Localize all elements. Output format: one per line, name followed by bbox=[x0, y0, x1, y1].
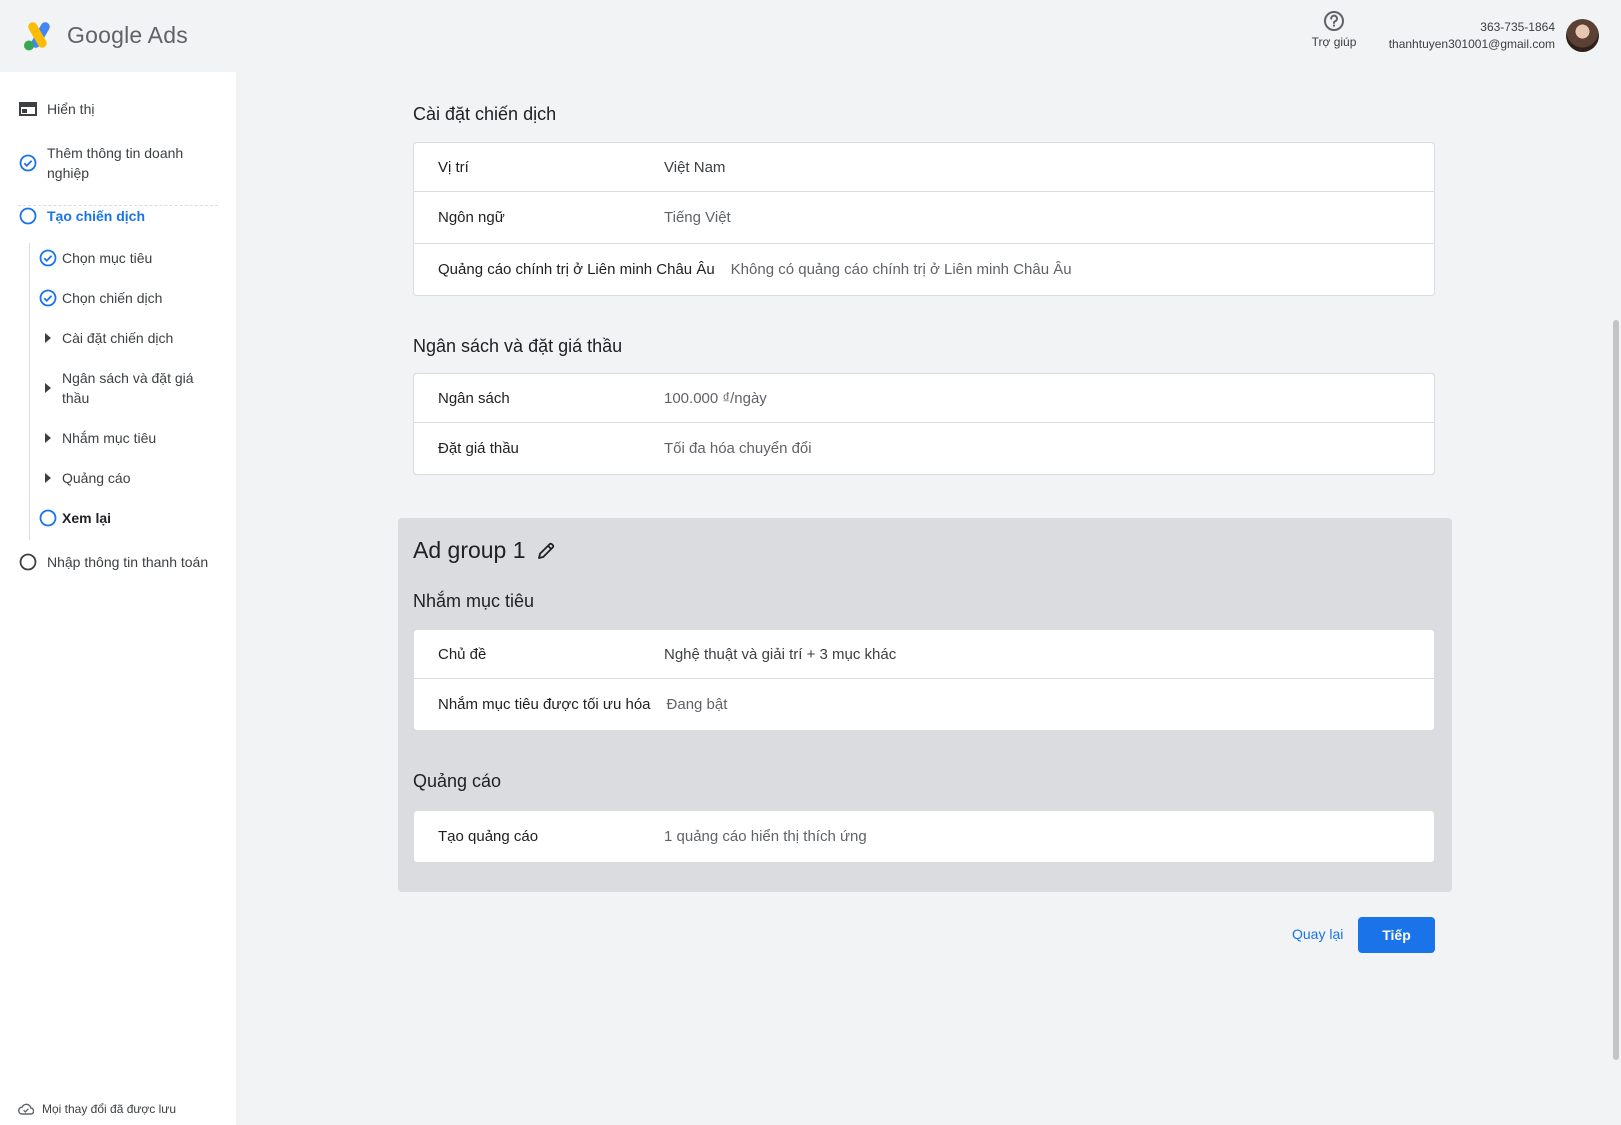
budget-card: Ngân sách 100.000 ₫/ngày Đặt giá thầu Tố… bbox=[413, 373, 1435, 475]
targeting-card: Chủ đề Nghệ thuật và giải trí + 3 mục kh… bbox=[413, 629, 1435, 731]
sidebar-item-label: Nhắm mục tiêu bbox=[62, 430, 157, 446]
setting-row-location[interactable]: Vị trí Việt Nam bbox=[414, 143, 1434, 192]
setting-row-bidding[interactable]: Đặt giá thầu Tối đa hóa chuyển đổi bbox=[414, 423, 1434, 474]
row-key: Chủ đề bbox=[438, 645, 487, 663]
caret-right-icon bbox=[38, 328, 58, 348]
sidebar-subitem-review[interactable]: Xem lại bbox=[38, 508, 111, 528]
targeting-title: Nhắm mục tiêu bbox=[413, 591, 535, 611]
account-phone: 363-735-1864 bbox=[1480, 20, 1555, 34]
row-key: Quảng cáo chính trị ở Liên minh Châu Âu bbox=[438, 261, 715, 278]
sidebar-item-business-info[interactable]: Thêm thông tin doanh nghiệp bbox=[18, 143, 218, 183]
row-value: Nghệ thuật và giải trí + 3 mục khác bbox=[664, 645, 897, 663]
check-circle-icon bbox=[18, 153, 38, 173]
scrollbar[interactable] bbox=[1613, 320, 1619, 1060]
empty-circle-icon bbox=[18, 552, 38, 572]
sidebar-item-label: Chọn chiến dịch bbox=[62, 290, 163, 306]
sidebar-subitem-budget-bidding[interactable]: Ngân sách và đặt giá thầu bbox=[38, 368, 213, 408]
ads-title: Quảng cáo bbox=[413, 771, 502, 791]
row-value: Không có quảng cáo chính trị ở Liên minh… bbox=[730, 261, 1072, 278]
sidebar-item-payment-info[interactable]: Nhập thông tin thanh toán bbox=[18, 552, 208, 572]
save-status-text: Mọi thay đổi đã được lưu bbox=[42, 1102, 176, 1116]
empty-circle-icon bbox=[38, 508, 58, 528]
setting-row-topics[interactable]: Chủ đề Nghệ thuật và giải trí + 3 mục kh… bbox=[414, 630, 1434, 679]
caret-right-icon bbox=[38, 428, 58, 448]
sidebar-item-label: Xem lại bbox=[62, 510, 112, 526]
avatar[interactable] bbox=[1566, 19, 1599, 52]
row-key: Vị trí bbox=[438, 158, 469, 176]
row-value: Đang bật bbox=[666, 696, 728, 713]
step-connector bbox=[29, 243, 30, 540]
account-email: thanhtuyen301001@gmail.com bbox=[1388, 37, 1555, 51]
row-value: 100.000 ₫/ngày bbox=[664, 389, 767, 407]
sidebar-item-label: Tạo chiến dịch bbox=[47, 208, 146, 224]
budget-title: Ngân sách và đặt giá thầu bbox=[413, 336, 623, 356]
sidebar-item-label: Ngân sách và đặt giá thầu bbox=[62, 370, 194, 406]
row-key: Nhắm mục tiêu được tối ưu hóa bbox=[438, 696, 651, 713]
check-circle-icon bbox=[38, 288, 58, 308]
setting-row-optimized-targeting[interactable]: Nhắm mục tiêu được tối ưu hóa Đang bật bbox=[414, 679, 1434, 730]
back-button[interactable]: Quay lại bbox=[1292, 926, 1343, 942]
help-icon bbox=[1324, 11, 1344, 31]
google-ads-logo-icon[interactable] bbox=[22, 20, 56, 52]
campaign-settings-card: Vị trí Việt Nam Ngôn ngữ Tiếng Việt Quản… bbox=[413, 142, 1435, 296]
ads-card: Tạo quảng cáo 1 quảng cáo hiển thị thích… bbox=[413, 810, 1435, 863]
row-value: Việt Nam bbox=[664, 158, 726, 176]
sidebar-item-label: Hiển thị bbox=[47, 101, 95, 117]
sidebar-subitem-targeting[interactable]: Nhắm mục tiêu bbox=[38, 428, 156, 448]
sidebar-item-label: Quảng cáo bbox=[62, 470, 131, 486]
caret-right-icon bbox=[38, 468, 58, 488]
setting-row-budget[interactable]: Ngân sách 100.000 ₫/ngày bbox=[414, 374, 1434, 423]
sidebar-item-display[interactable]: Hiển thị bbox=[18, 99, 94, 119]
sidebar: Hiển thị Thêm thông tin doanh nghiệp Tạo… bbox=[0, 72, 236, 1125]
sidebar-subitem-choose-campaign[interactable]: Chọn chiến dịch bbox=[38, 288, 162, 308]
ad-group-title: Ad group 1 bbox=[413, 537, 556, 564]
empty-circle-icon bbox=[18, 206, 38, 226]
setting-row-language[interactable]: Ngôn ngữ Tiếng Việt bbox=[414, 192, 1434, 244]
ad-group-name: Ad group 1 bbox=[413, 537, 526, 563]
display-icon bbox=[18, 99, 38, 119]
row-value: Tối đa hóa chuyển đổi bbox=[664, 440, 812, 457]
sidebar-item-label: Cài đặt chiến dịch bbox=[62, 330, 174, 346]
help-label: Trợ giúp bbox=[1311, 35, 1357, 49]
brand-name: Google Ads bbox=[67, 22, 188, 48]
sidebar-subitem-ads[interactable]: Quảng cáo bbox=[38, 468, 131, 488]
edit-icon[interactable] bbox=[536, 541, 556, 561]
sidebar-subitem-campaign-settings[interactable]: Cài đặt chiến dịch bbox=[38, 328, 173, 348]
row-value: Tiếng Việt bbox=[664, 209, 731, 226]
row-key: Ngôn ngữ bbox=[438, 209, 505, 226]
sidebar-item-label: Thêm thông tin doanh nghiệp bbox=[47, 145, 184, 181]
row-key: Ngân sách bbox=[438, 389, 510, 407]
caret-right-icon bbox=[38, 378, 58, 398]
sidebar-item-create-campaign[interactable]: Tạo chiến dịch bbox=[18, 206, 145, 226]
campaign-settings-title: Cài đặt chiến dịch bbox=[413, 104, 557, 124]
save-status: Mọi thay đổi đã được lưu bbox=[18, 1102, 176, 1116]
top-bar: Google Ads Trợ giúp 363-735-1864 thanhtu… bbox=[0, 0, 1621, 72]
setting-row-create-ad[interactable]: Tạo quảng cáo 1 quảng cáo hiển thị thích… bbox=[414, 811, 1434, 862]
help-button[interactable]: Trợ giúp bbox=[1304, 10, 1364, 49]
cloud-done-icon bbox=[18, 1103, 34, 1115]
sidebar-item-label: Nhập thông tin thanh toán bbox=[47, 554, 209, 570]
check-circle-icon bbox=[38, 248, 58, 268]
row-key: Tạo quảng cáo bbox=[438, 828, 539, 845]
row-key: Đặt giá thầu bbox=[438, 440, 519, 457]
row-value: 1 quảng cáo hiển thị thích ứng bbox=[664, 828, 867, 845]
account-info[interactable]: 363-735-1864 thanhtuyen301001@gmail.com bbox=[1389, 19, 1555, 53]
setting-row-eu-political-ads[interactable]: Quảng cáo chính trị ở Liên minh Châu Âu … bbox=[414, 244, 1434, 295]
sidebar-item-label: Chọn mục tiêu bbox=[62, 250, 153, 266]
sidebar-subitem-choose-goal[interactable]: Chọn mục tiêu bbox=[38, 248, 152, 268]
next-button[interactable]: Tiếp bbox=[1358, 917, 1435, 953]
